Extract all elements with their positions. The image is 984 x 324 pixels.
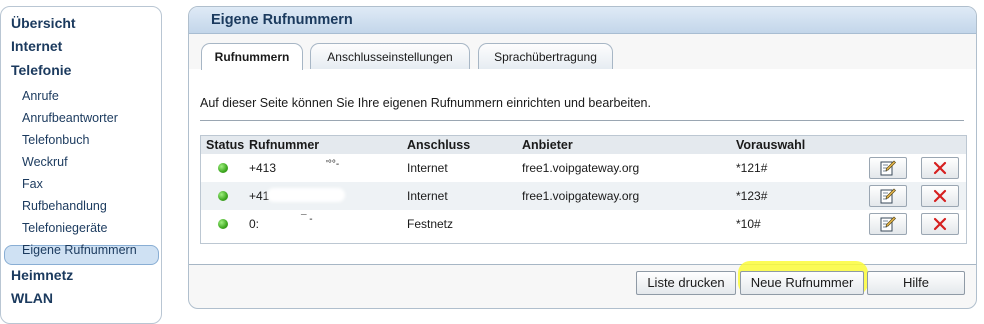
row-provider: free1.voipgateway.org [522,189,640,203]
sidebar-item-telefonie[interactable]: Telefonie [11,62,71,78]
row-number: 0: [249,217,260,231]
edit-button[interactable] [869,157,907,179]
panel-header: Eigene Rufnummern [189,7,976,34]
numbers-table: Status Rufnummer Anschluss Anbieter Vora… [200,135,967,244]
status-green-icon [218,219,228,229]
table-row: 0: ¯ - Festnetz *10# [201,210,966,238]
intro-text: Auf dieser Seite können Sie Ihre eigenen… [200,96,651,110]
delete-button[interactable] [921,185,959,207]
tab-rufnummern[interactable]: Rufnummern [201,43,303,70]
delete-icon [933,189,947,203]
sidebar-item-rufbehandlung[interactable]: Rufbehandlung [22,199,107,213]
row-number: +413 [249,161,277,175]
sidebar-item-anrufbeantworter[interactable]: Anrufbeantworter [22,111,118,125]
table-header: Status Rufnummer Anschluss Anbieter Vora… [201,136,966,154]
intro-separator [200,120,964,121]
row-number-tail: ¯ - [301,214,313,225]
table-row: +413 '°°- Internet free1.voipgateway.org… [201,154,966,182]
new-number-button[interactable]: Neue Rufnummer [740,271,864,295]
row-connection: Internet [407,161,448,175]
edit-icon [880,160,896,176]
row-preselect: *121# [736,161,768,175]
edit-icon [880,216,896,232]
delete-button[interactable] [921,213,959,235]
page-title: Eigene Rufnummern [211,12,353,28]
row-number-tail: '°°- [326,159,340,170]
status-green-icon [218,191,228,201]
sidebar-item-telefonbuch[interactable]: Telefonbuch [22,133,89,147]
sidebar-item-fax[interactable]: Fax [22,177,43,191]
edit-button[interactable] [869,213,907,235]
col-vorauswahl: Vorauswahl [736,138,806,152]
print-list-button[interactable]: Liste drucken [636,271,736,295]
col-status: Status [206,138,245,152]
table-row: +41 Internet free1.voipgateway.org *123# [201,182,966,210]
sidebar-nav: Übersicht Internet Telefonie Anrufe Anru… [0,6,162,324]
sidebar-item-telefoniegeraete[interactable]: Telefoniegeräte [22,221,107,235]
sidebar-item-eigene-rufnummern[interactable]: Eigene Rufnummern [22,243,137,257]
tab-anschlusseinstellungen[interactable]: Anschlusseinstellungen [310,43,470,69]
tab-content: Auf dieser Seite können Sie Ihre eigenen… [189,69,976,264]
row-connection: Festnetz [407,217,454,231]
delete-icon [933,161,947,175]
col-anbieter: Anbieter [522,138,573,152]
sidebar-item-weckruf[interactable]: Weckruf [22,155,68,169]
row-provider: free1.voipgateway.org [522,161,640,175]
col-anschluss: Anschluss [407,138,471,152]
row-preselect: *10# [736,217,761,231]
delete-icon [933,217,947,231]
sidebar-item-wlan[interactable]: WLAN [11,290,53,306]
sidebar-item-heimnetz[interactable]: Heimnetz [11,267,73,283]
delete-button[interactable] [921,157,959,179]
edit-icon [880,188,896,204]
status-green-icon [218,163,228,173]
help-button[interactable]: Hilfe [867,271,965,295]
sidebar-item-uebersicht[interactable]: Übersicht [11,15,76,31]
row-preselect: *123# [736,189,768,203]
redacted-number [267,188,345,202]
row-connection: Internet [407,189,448,203]
tab-sprachuebertragung[interactable]: Sprachübertragung [478,43,613,69]
sidebar-item-anrufe[interactable]: Anrufe [22,89,59,103]
edit-button[interactable] [869,185,907,207]
sidebar-item-internet[interactable]: Internet [11,38,62,54]
col-rufnummer: Rufnummer [249,138,320,152]
